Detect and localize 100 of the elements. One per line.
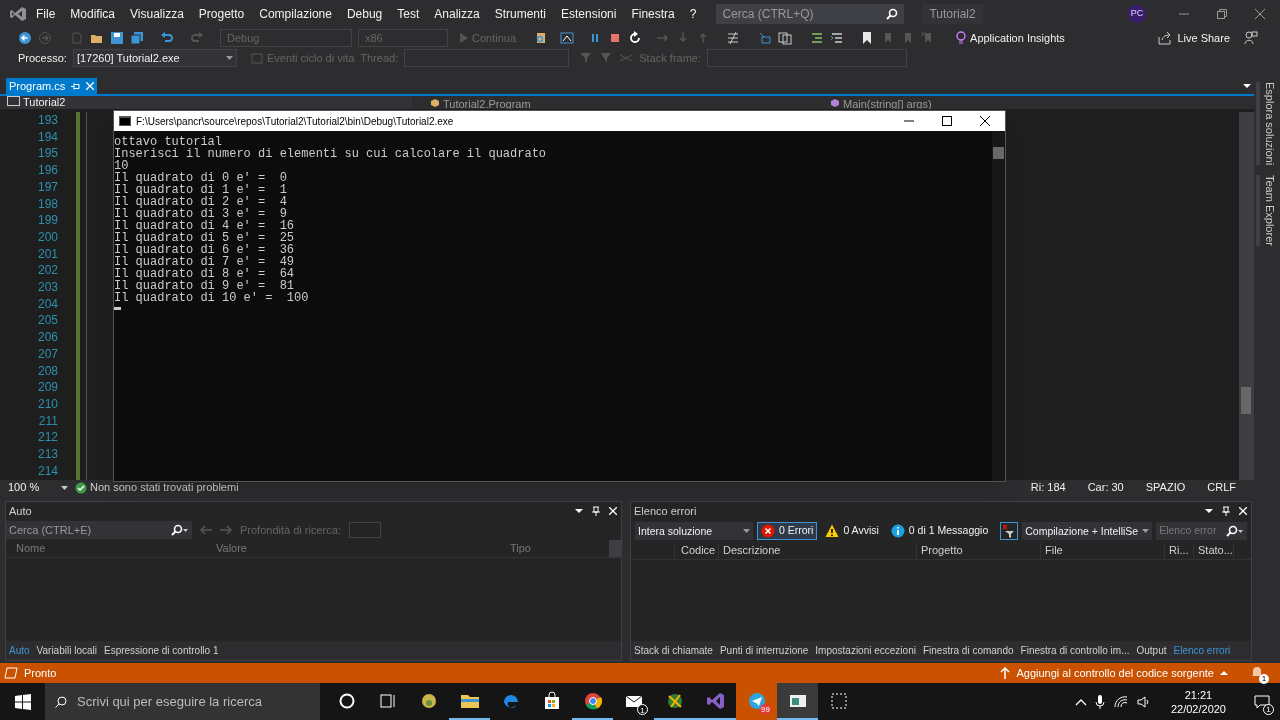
column-header[interactable]: Codice [677, 542, 719, 559]
menu-item[interactable]: Visualizza [130, 5, 184, 23]
menu-item[interactable]: Estensioni [561, 5, 617, 23]
search-field[interactable]: Cerca (CTRL+E) [6, 521, 192, 539]
build-filter-dropdown[interactable]: Compilazione + IntelliSe [1022, 522, 1153, 540]
dashed-square-icon [828, 690, 849, 711]
text-cursor [114, 307, 121, 310]
warning-icon [825, 524, 840, 538]
clear-filter-icon[interactable] [1000, 522, 1019, 540]
error-icon [761, 524, 775, 538]
share-icon [1158, 31, 1173, 45]
menu-item[interactable]: Modifica [70, 5, 116, 23]
microphone-icon[interactable] [1094, 694, 1105, 709]
document-tab[interactable]: Program.cs [6, 78, 98, 94]
menu-item[interactable]: ? [689, 5, 697, 23]
search-placeholder: Scrivi qui per eseguire la ricerca [77, 692, 262, 711]
column-header[interactable]: Nome [6, 540, 206, 557]
zoom-dropdown[interactable]: 100 % [8, 479, 68, 496]
menu-item[interactable]: Finestra [631, 5, 675, 23]
close-icon[interactable] [980, 116, 990, 126]
scope-dropdown[interactable]: Intera soluzione [635, 522, 753, 540]
action-center-button[interactable]: 1 [1244, 685, 1280, 718]
column-header[interactable]: Tipo [504, 540, 609, 557]
filter-button[interactable]: 0 di 1 Messaggio [886, 522, 993, 540]
line-number: 198 [37, 195, 58, 213]
feedback-icon[interactable] [1244, 31, 1258, 45]
menu-item[interactable]: Strumenti [494, 5, 547, 23]
pin-icon[interactable] [1222, 506, 1230, 516]
panel-tab[interactable]: Espressione di controllo 1 [104, 643, 219, 658]
notification-badge: 1 [1259, 674, 1269, 684]
panel-tab[interactable]: Output [1136, 643, 1167, 658]
panel-tab[interactable]: Punti di interruzione [719, 643, 809, 658]
caret-icon [61, 485, 68, 490]
vertical-scrollbar[interactable] [609, 540, 621, 557]
filter-button[interactable]: 0 Avvisi [821, 522, 883, 540]
side-tab[interactable]: Esplora soluzioni [1256, 82, 1278, 166]
save-all-icon[interactable] [130, 31, 144, 45]
wifi-icon[interactable] [1112, 694, 1129, 709]
scrollbar-thumb[interactable] [993, 147, 1004, 159]
pin-icon [71, 81, 81, 91]
caret-icon[interactable] [575, 507, 583, 515]
scrollbar-thumb[interactable] [1241, 387, 1251, 414]
line-number: 195 [37, 145, 58, 163]
panel-tab[interactable]: Variabili locali [36, 643, 97, 658]
live-share-button[interactable]: Live Share [1158, 29, 1230, 47]
save-icon[interactable] [110, 31, 124, 45]
process-dropdown[interactable]: [17260] Tutorial2.exe [72, 49, 237, 67]
console-line: 10 [114, 160, 130, 172]
application-insights-button[interactable]: Application Insights [956, 29, 1065, 47]
lightbulb-icon [956, 31, 967, 45]
restore-icon[interactable] [1217, 9, 1227, 19]
maximize-icon[interactable] [942, 116, 952, 126]
notifications-button[interactable]: 1 [1250, 665, 1266, 681]
panel-tab[interactable]: Finestra di controllo im... [1020, 643, 1130, 658]
panel-tab[interactable]: Stack di chiamate [634, 643, 713, 658]
copy-icon[interactable] [778, 31, 793, 45]
menu-item[interactable]: Debug [346, 5, 383, 23]
project-dropdown[interactable]: Tutorial2 [7, 96, 412, 109]
console-scrollbar[interactable] [992, 131, 1005, 481]
indent-icon[interactable] [810, 31, 825, 45]
panel-tab[interactable]: Elenco errori [1173, 643, 1231, 658]
menu-item[interactable]: Compilazione [259, 5, 332, 23]
column-header[interactable]: Descrizione [719, 542, 917, 559]
panel-title: Auto [9, 503, 33, 519]
comment-icon[interactable] [830, 31, 845, 45]
menu-item[interactable]: File [36, 5, 56, 23]
search-field[interactable]: Scrivi qui per eseguire la ricerca [45, 683, 320, 720]
column-header[interactable]: Stato... [1194, 542, 1234, 559]
menu-item[interactable]: Progetto [198, 5, 245, 23]
panel-tab[interactable]: Auto [9, 643, 30, 658]
undo-icon[interactable] [160, 31, 174, 45]
console-line: Il quadrato di 7 e' = 49 [114, 256, 296, 268]
column-header[interactable]: File [1041, 542, 1165, 559]
menu-item[interactable]: Analizza [434, 5, 480, 23]
vertical-scrollbar[interactable] [1239, 112, 1254, 480]
column-header[interactable]: Ri... [1165, 542, 1194, 559]
taskbar-app[interactable] [777, 683, 818, 720]
caret-icon [1142, 529, 1150, 533]
speech-bubble-icon [1254, 694, 1270, 709]
back-icon[interactable] [18, 31, 32, 45]
caret-icon [225, 56, 233, 60]
restart-icon[interactable] [628, 31, 643, 45]
line-number: 200 [37, 228, 58, 246]
screen-icon[interactable] [560, 31, 575, 45]
panel-tab[interactable]: Impostazioni eccezioni [815, 643, 916, 658]
clock[interactable]: 21:21 22/02/2020 [1170, 687, 1226, 716]
search-field[interactable]: Cerca (CTRL+Q) [716, 4, 905, 24]
panel-tab[interactable]: Finestra di comando [922, 643, 1014, 658]
chevron-up-icon[interactable] [1074, 697, 1087, 706]
source-control-button[interactable]: Aggiungi al controllo del codice sorgente [1000, 664, 1228, 682]
taskbar-app[interactable]: 1 [613, 683, 654, 720]
menu-item[interactable]: Test [397, 5, 420, 23]
filter-button[interactable]: 0 Errori [757, 522, 818, 540]
taskbar-app[interactable]: 99 [736, 683, 777, 720]
column-header[interactable]: Progetto [917, 542, 1041, 559]
user-avatar[interactable]: PC [1128, 5, 1146, 23]
pin-icon[interactable] [592, 506, 600, 516]
caret-icon[interactable] [1205, 507, 1213, 515]
side-tab[interactable]: Team Explorer [1256, 175, 1278, 247]
column-header[interactable]: Valore [206, 540, 504, 557]
